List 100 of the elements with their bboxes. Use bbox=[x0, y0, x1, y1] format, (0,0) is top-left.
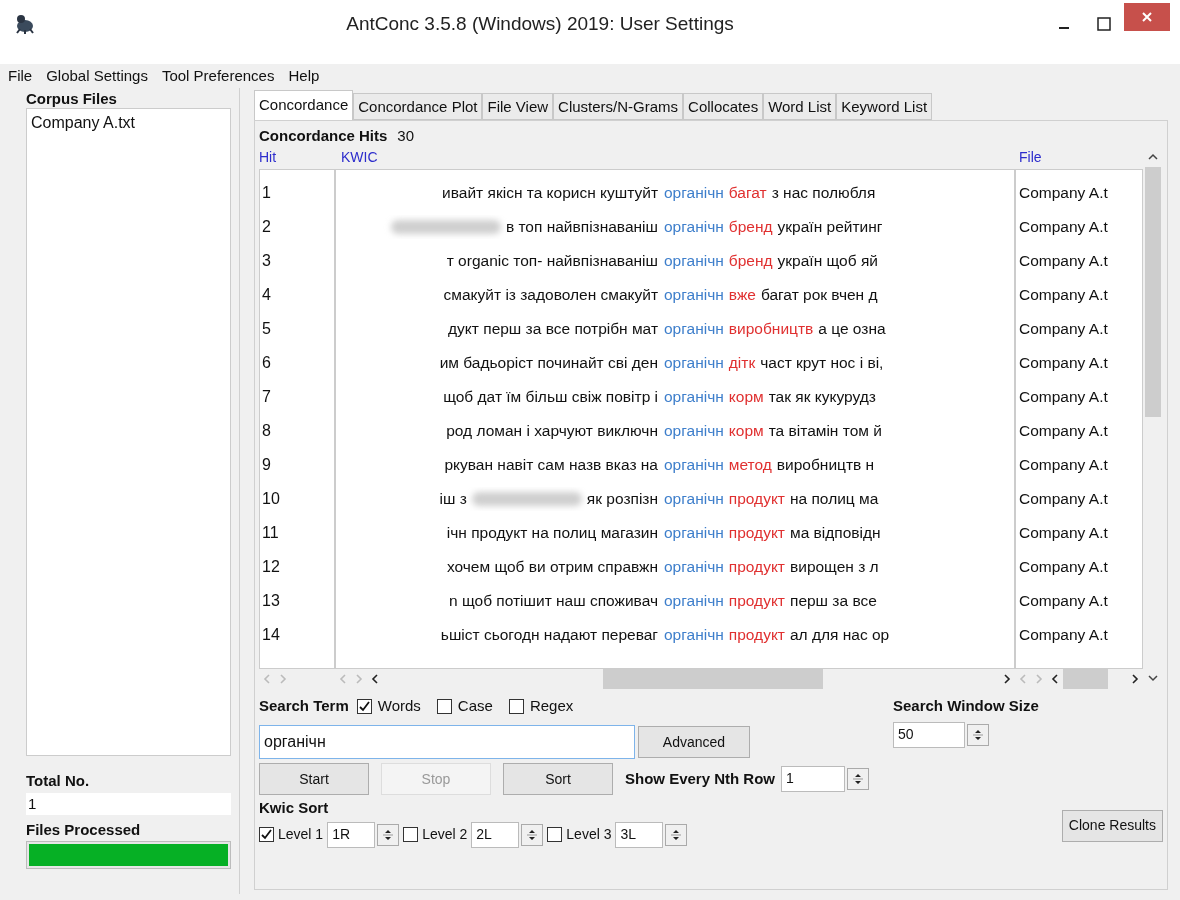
hit-number: 13 bbox=[261, 591, 281, 611]
right-context: част крут нос і ві, bbox=[760, 353, 884, 374]
checkmark-icon bbox=[358, 700, 370, 712]
checkbox[interactable] bbox=[547, 827, 563, 842]
right-context: з нас полюбля bbox=[771, 183, 876, 204]
checkbox[interactable] bbox=[403, 827, 419, 842]
menu-item[interactable]: Tool Preferences bbox=[159, 64, 277, 88]
menu-item[interactable]: Global Settings bbox=[44, 64, 150, 88]
sort-word: дітк bbox=[728, 353, 756, 374]
spin-arrows-icon[interactable] bbox=[521, 823, 544, 846]
spin-field[interactable]: 3L bbox=[615, 821, 664, 848]
button[interactable]: Sort bbox=[503, 763, 613, 795]
left-context: щоб дат їм більш свіж повітр і bbox=[443, 387, 658, 408]
tab[interactable]: Clusters/N-Grams bbox=[553, 93, 684, 120]
file-name: Company A.t bbox=[1018, 251, 1109, 271]
search-keyword: органічн bbox=[664, 251, 724, 272]
search-keyword: органічн bbox=[664, 523, 724, 544]
hits-count: 30 bbox=[397, 125, 415, 146]
ant-logo-icon bbox=[14, 13, 36, 35]
search-term-label: Search Term bbox=[259, 695, 349, 716]
right-context: на полиц ма bbox=[790, 489, 879, 510]
count-field: 1 bbox=[26, 792, 232, 815]
checkbox[interactable] bbox=[356, 698, 372, 714]
sort-word: продукт bbox=[728, 625, 785, 646]
search-keyword: органічн bbox=[664, 353, 724, 374]
hit-number: 5 bbox=[261, 319, 272, 339]
right-context: україн щоб яй bbox=[777, 251, 878, 272]
hit-number: 12 bbox=[261, 557, 281, 577]
search-keyword: органічн bbox=[664, 387, 724, 408]
column-header[interactable]: File bbox=[1015, 147, 1143, 169]
tab[interactable]: File View bbox=[482, 93, 554, 120]
left-context: хочем щоб ви отрим справжн bbox=[446, 557, 658, 578]
checkbox[interactable] bbox=[508, 698, 524, 714]
hit-number: 10 bbox=[261, 489, 281, 509]
nth-row-label: Show Every Nth Row bbox=[625, 768, 776, 789]
search-keyword: органічн bbox=[664, 421, 724, 442]
left-context: n щоб потішит наш споживач bbox=[449, 591, 658, 612]
spin-field[interactable]: 2L bbox=[471, 821, 520, 848]
left-context: іш з bbox=[439, 489, 467, 510]
sort-word: виробництв bbox=[728, 319, 814, 340]
tab[interactable]: Keyword List bbox=[836, 93, 933, 120]
hit-number: 7 bbox=[261, 387, 272, 407]
tab[interactable]: Word List bbox=[763, 93, 837, 120]
left-context: т organic топ- найвпізнаваніш bbox=[446, 251, 658, 272]
level-label: Level 3 bbox=[566, 825, 612, 844]
sort-word: корм bbox=[728, 387, 764, 408]
spin-arrows-icon[interactable] bbox=[665, 823, 688, 846]
spin-field[interactable]: 1R bbox=[327, 821, 376, 848]
sort-word: продукт bbox=[728, 523, 785, 544]
window-size-label: Search Window Size bbox=[893, 696, 1039, 716]
right-context: ал для нас ор bbox=[790, 625, 890, 646]
column-header[interactable]: Hit bbox=[259, 147, 335, 169]
sort-word: продукт bbox=[728, 557, 785, 578]
file-name: Company A.t bbox=[1018, 319, 1109, 339]
list-item[interactable]: Company A.txt bbox=[31, 111, 227, 135]
menu-item[interactable]: File bbox=[6, 64, 35, 88]
hit-number: 1 bbox=[261, 183, 272, 203]
tab[interactable]: Concordance bbox=[254, 90, 354, 120]
kwic-sort-label: Kwic Sort bbox=[259, 798, 330, 818]
search-keyword: органічн bbox=[664, 285, 724, 306]
vertical-scrollbar[interactable] bbox=[1145, 167, 1161, 417]
file-name: Company A.t bbox=[1018, 455, 1109, 475]
spin-field[interactable]: 1 bbox=[781, 766, 846, 792]
spin-arrows-icon[interactable] bbox=[377, 823, 400, 846]
scroll-up-icon[interactable] bbox=[1148, 153, 1158, 161]
right-context: виробництв н bbox=[776, 455, 875, 476]
checkmark-icon bbox=[261, 829, 272, 840]
right-context: а це озна bbox=[818, 319, 886, 340]
file-name: Company A.t bbox=[1018, 183, 1109, 203]
left-context: род ломан і харчуют виключн bbox=[446, 421, 658, 442]
search-keyword: органічн bbox=[664, 455, 724, 476]
right-context: україн рейтинг bbox=[777, 217, 883, 238]
tab[interactable]: Concordance Plot bbox=[353, 93, 483, 120]
left-context: ивайт якісн та корисн куштуйт bbox=[442, 183, 658, 204]
panel-heading: Files Processed bbox=[26, 819, 142, 840]
button[interactable]: Start bbox=[259, 763, 369, 795]
button[interactable]: Advanced bbox=[638, 726, 750, 758]
checkbox-label: Words bbox=[377, 695, 421, 716]
right-context: ма відповідн bbox=[790, 523, 881, 544]
left-context: як розпізн bbox=[586, 489, 658, 510]
clone-results-button[interactable]: Clone Results bbox=[1061, 809, 1163, 842]
menu-item[interactable]: Help bbox=[286, 64, 322, 88]
close-icon[interactable] bbox=[1124, 3, 1170, 31]
left-context: ркуван навіт сам назв вказ на bbox=[444, 455, 658, 476]
hit-number: 14 bbox=[261, 625, 281, 645]
right-context: так як кукурудз bbox=[768, 387, 876, 408]
spin-arrows-icon[interactable] bbox=[847, 768, 870, 790]
file-name: Company A.t bbox=[1018, 625, 1109, 645]
spin-field[interactable]: 50 bbox=[893, 721, 965, 748]
column-header[interactable]: KWIC bbox=[335, 147, 1015, 169]
search-field[interactable]: органічн bbox=[259, 725, 635, 759]
checkbox[interactable] bbox=[259, 827, 274, 842]
search-keyword: органічн bbox=[664, 489, 724, 510]
right-context: та вітамін том й bbox=[768, 421, 882, 442]
hits-label: Concordance Hits bbox=[259, 125, 388, 146]
file-name: Company A.t bbox=[1018, 523, 1109, 543]
panel-heading: Corpus Files bbox=[26, 89, 118, 108]
checkbox[interactable] bbox=[436, 698, 452, 714]
spin-arrows-icon[interactable] bbox=[967, 723, 989, 746]
tab[interactable]: Collocates bbox=[683, 93, 764, 120]
